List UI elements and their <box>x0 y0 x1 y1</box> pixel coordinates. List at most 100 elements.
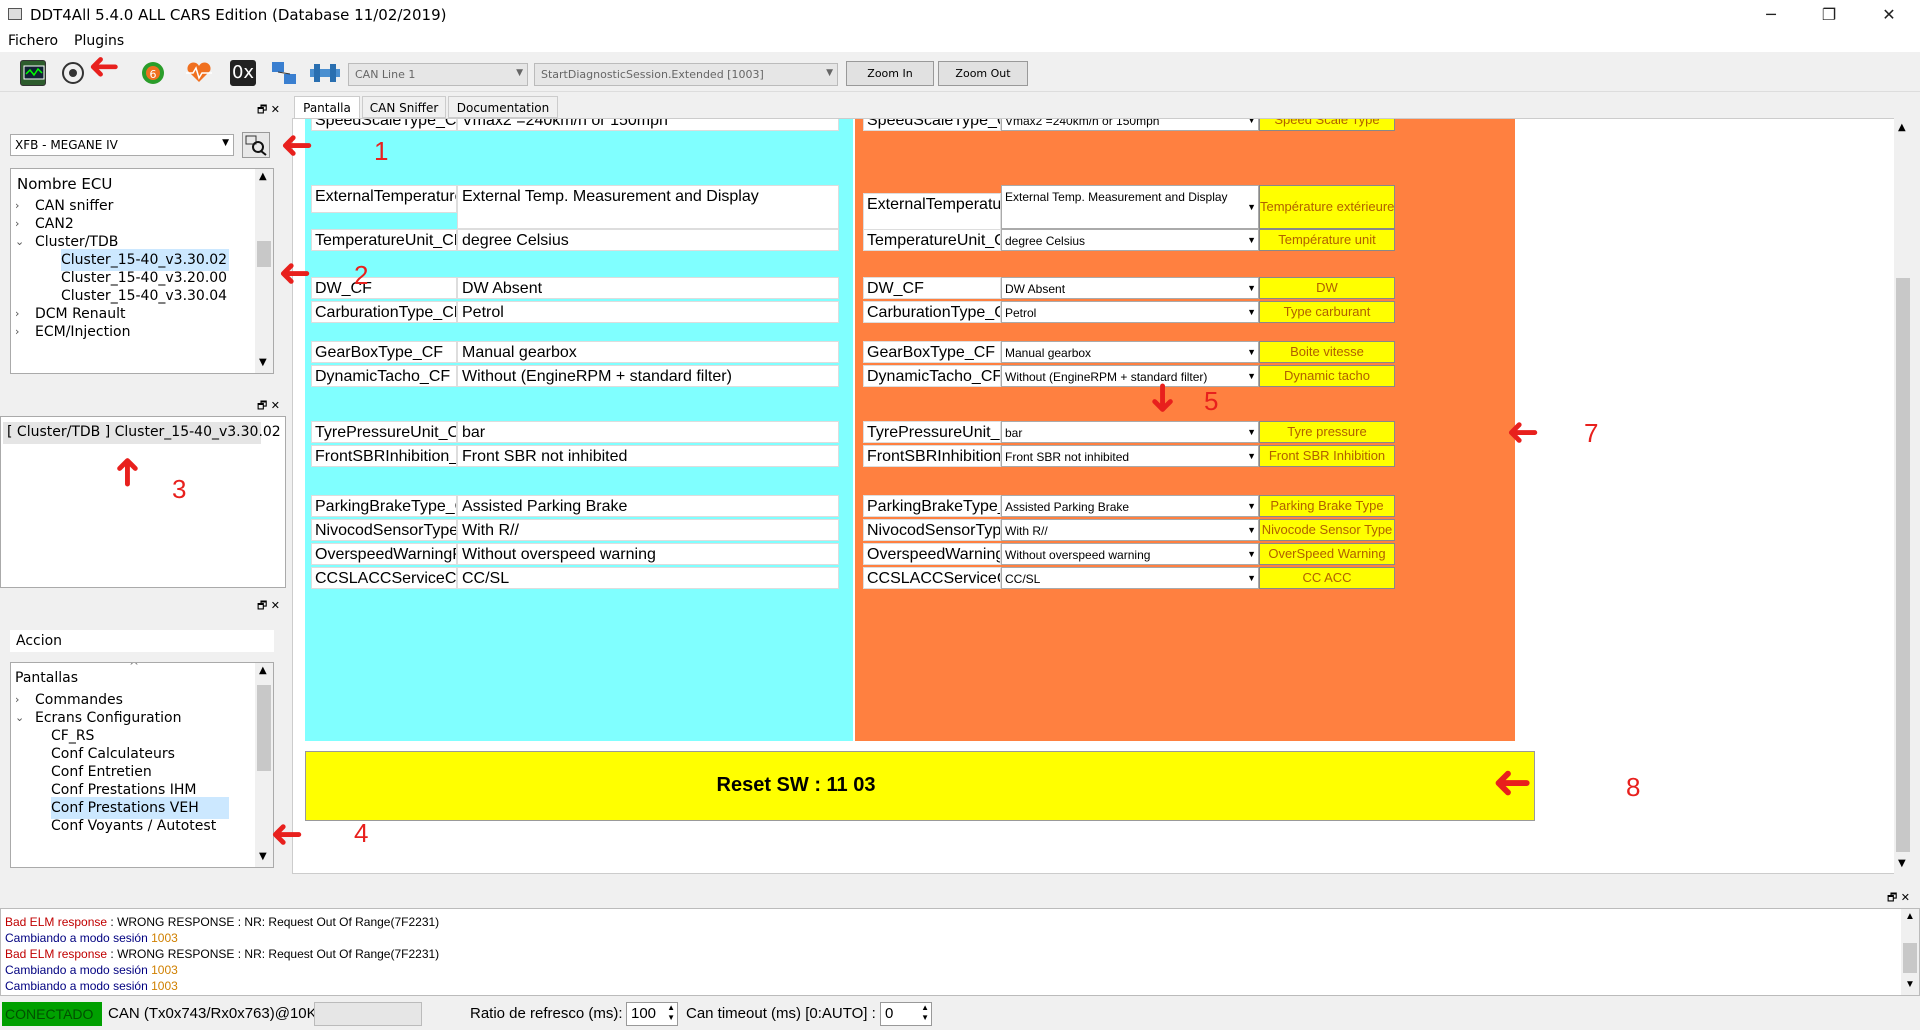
chevron-down-icon[interactable]: ▼ <box>1247 235 1256 245</box>
param-name: TyrePressureUnit_CF <box>311 421 457 443</box>
refresh-icon[interactable]: 6 <box>140 60 166 86</box>
param-select[interactable]: Manual gearbox ▼ <box>1001 341 1259 363</box>
chevron-right-icon[interactable]: › <box>15 693 19 706</box>
chevron-down-icon[interactable]: ▼ <box>259 851 267 862</box>
param-select[interactable]: Front SBR not inhibited ▼ <box>1001 445 1259 467</box>
param-select[interactable]: DW Absent ▼ <box>1001 277 1259 299</box>
param-select[interactable]: bar ▼ <box>1001 421 1259 443</box>
chevron-down-icon[interactable]: ▼ <box>1247 347 1256 357</box>
param-select[interactable]: Assisted Parking Brake ▼ <box>1001 495 1259 517</box>
connect-icon[interactable] <box>60 60 86 86</box>
param-select-value: bar <box>1005 426 1023 440</box>
chevron-down-icon[interactable]: ▼ <box>1247 427 1256 437</box>
selected-ecu-item[interactable]: [ Cluster/TDB ] Cluster_15-40_v3.30.02 <box>3 422 281 444</box>
param-select[interactable]: Petrol ▼ <box>1001 301 1259 323</box>
chevron-right-icon[interactable]: › <box>15 325 19 338</box>
chevron-down-icon[interactable]: ▼ <box>1247 307 1256 317</box>
monitor-icon[interactable] <box>20 60 46 86</box>
tab-pantalla[interactable]: Pantalla <box>294 96 360 118</box>
param-select[interactable]: CC/SL ▼ <box>1001 567 1259 589</box>
param-select[interactable]: Without (EngineRPM + standard filter) ▼ <box>1001 365 1259 387</box>
chevron-down-icon[interactable]: ▼ <box>1247 501 1256 511</box>
log-line: Cambiando a modo sesión 1003 <box>5 963 178 977</box>
chevron-down-icon[interactable]: ▼ <box>1898 858 1906 869</box>
chevron-down-icon[interactable]: ▼ <box>1247 202 1256 212</box>
chevron-down-icon[interactable]: ▼ <box>1247 525 1256 535</box>
session-select[interactable]: StartDiagnosticSession.Extended [1003] ▼ <box>534 63 838 86</box>
chevron-down-icon[interactable]: ⌄ <box>15 711 24 724</box>
ecu-tree-scrollbar[interactable]: ▲ ▼ <box>255 169 273 373</box>
menu-fichero[interactable]: Fichero <box>8 33 58 49</box>
param-write-button[interactable]: Boite vitesse <box>1259 341 1395 363</box>
chevron-down-icon[interactable]: ▼ <box>1247 371 1256 381</box>
chevron-right-icon[interactable]: › <box>15 217 19 230</box>
log-text: 1003 <box>147 931 178 945</box>
param-write-button[interactable]: Type carburant <box>1259 301 1395 323</box>
chevron-down-icon[interactable]: ▼ <box>1247 549 1256 559</box>
heartbeat-icon[interactable] <box>184 60 212 86</box>
param-select[interactable]: Vmax2 =240km/h or 150mph ▼ <box>1001 119 1259 131</box>
network-icon[interactable] <box>270 60 296 86</box>
screens-tree-item[interactable]: Conf Voyants / Autotest <box>51 815 229 837</box>
param-write-button[interactable]: Front SBR Inhibition <box>1259 445 1395 467</box>
param-write-button[interactable]: Température extérieure <box>1259 185 1395 229</box>
chevron-down-icon[interactable]: ▼ <box>1247 283 1256 293</box>
chevron-down-icon[interactable]: ▼ <box>1247 451 1256 461</box>
param-write-button[interactable]: OverSpeed Warning <box>1259 543 1395 565</box>
chevron-down-icon[interactable]: ▼ <box>1247 119 1256 125</box>
param-name: TemperatureUnit_CF <box>311 229 457 251</box>
spinner-arrows-icon[interactable]: ▲ ▼ <box>921 1003 929 1023</box>
param-name: OverspeedWarningPresence_CF <box>311 543 457 565</box>
param-write-button[interactable]: CC ACC <box>1259 567 1395 589</box>
chevron-up-icon[interactable]: ▲ <box>259 171 267 182</box>
annotation-number: 2 <box>354 260 369 290</box>
param-write-button[interactable]: Parking Brake Type <box>1259 495 1395 517</box>
can-line-select[interactable]: CAN Line 1 ▼ <box>348 63 528 86</box>
transfer-icon[interactable] <box>308 60 340 86</box>
param-write-button[interactable]: Nivocode Sensor Type <box>1259 519 1395 541</box>
tab-documentation[interactable]: Documentation <box>448 96 558 118</box>
param-select[interactable]: External Temp. Measurement and Display ▼ <box>1001 185 1259 229</box>
close-button[interactable]: ✕ <box>1866 0 1912 30</box>
zoom-out-button[interactable]: Zoom Out <box>938 61 1028 86</box>
log-scrollbar[interactable]: ▲ ▼ <box>1901 909 1919 995</box>
param-name: DW_CF <box>311 277 457 299</box>
param-select[interactable]: Without overspeed warning ▼ <box>1001 543 1259 565</box>
sort-indicator-icon: ^ <box>129 662 140 673</box>
screen-scrollbar[interactable]: ▲ ▼ <box>1894 118 1912 874</box>
param-write-button[interactable]: Dynamic tacho <box>1259 365 1395 387</box>
zoom-in-button[interactable]: Zoom In <box>846 61 934 86</box>
param-write-button[interactable]: Speed Scale Type <box>1259 119 1395 131</box>
param-select[interactable]: degree Celsius ▼ <box>1001 229 1259 251</box>
maximize-button[interactable]: ❐ <box>1806 0 1852 30</box>
panel-controls-icon[interactable]: 🗗 ✕ <box>257 101 280 120</box>
panel-controls-icon[interactable]: 🗗 ✕ <box>1887 889 1910 908</box>
ecu-tree-item[interactable]: ECM/Injection <box>35 321 229 343</box>
chevron-down-icon[interactable]: ▼ <box>1905 979 1915 990</box>
hex-icon[interactable]: 0x <box>230 60 256 86</box>
chevron-down-icon[interactable]: ▼ <box>259 357 267 368</box>
panel-controls-icon[interactable]: 🗗 ✕ <box>257 397 280 416</box>
vehicle-select[interactable]: XFB - MEGANE IV ▼ <box>10 134 234 156</box>
param-write-button[interactable]: Tyre pressure <box>1259 421 1395 443</box>
param-write-button[interactable]: Température unit <box>1259 229 1395 251</box>
scan-ecu-button[interactable] <box>242 132 270 158</box>
param-write-button[interactable]: DW <box>1259 277 1395 299</box>
timeout-spinbox[interactable]: 0 ▲ ▼ <box>880 1002 932 1026</box>
tab-can-sniffer[interactable]: CAN Sniffer <box>362 96 446 118</box>
chevron-up-icon[interactable]: ▲ <box>1905 911 1915 922</box>
chevron-down-icon[interactable]: ▼ <box>1247 573 1256 583</box>
chevron-up-icon[interactable]: ▲ <box>1898 122 1906 133</box>
chevron-down-icon[interactable]: ⌄ <box>15 235 24 248</box>
chevron-right-icon[interactable]: › <box>15 307 19 320</box>
panel-controls-icon[interactable]: 🗗 ✕ <box>257 597 280 616</box>
refresh-spinbox[interactable]: 100 ▲ ▼ <box>626 1002 678 1026</box>
param-select[interactable]: With R// ▼ <box>1001 519 1259 541</box>
param-name: TyrePressureUnit_CF <box>863 421 1001 443</box>
annotation-number: 1 <box>374 136 389 166</box>
session-value: StartDiagnosticSession.Extended [1003] <box>541 68 764 81</box>
minimize-button[interactable]: ─ <box>1748 0 1794 30</box>
spinner-arrows-icon[interactable]: ▲ ▼ <box>667 1003 675 1023</box>
chevron-right-icon[interactable]: › <box>15 199 19 212</box>
chevron-up-icon[interactable]: ▲ <box>259 665 267 676</box>
